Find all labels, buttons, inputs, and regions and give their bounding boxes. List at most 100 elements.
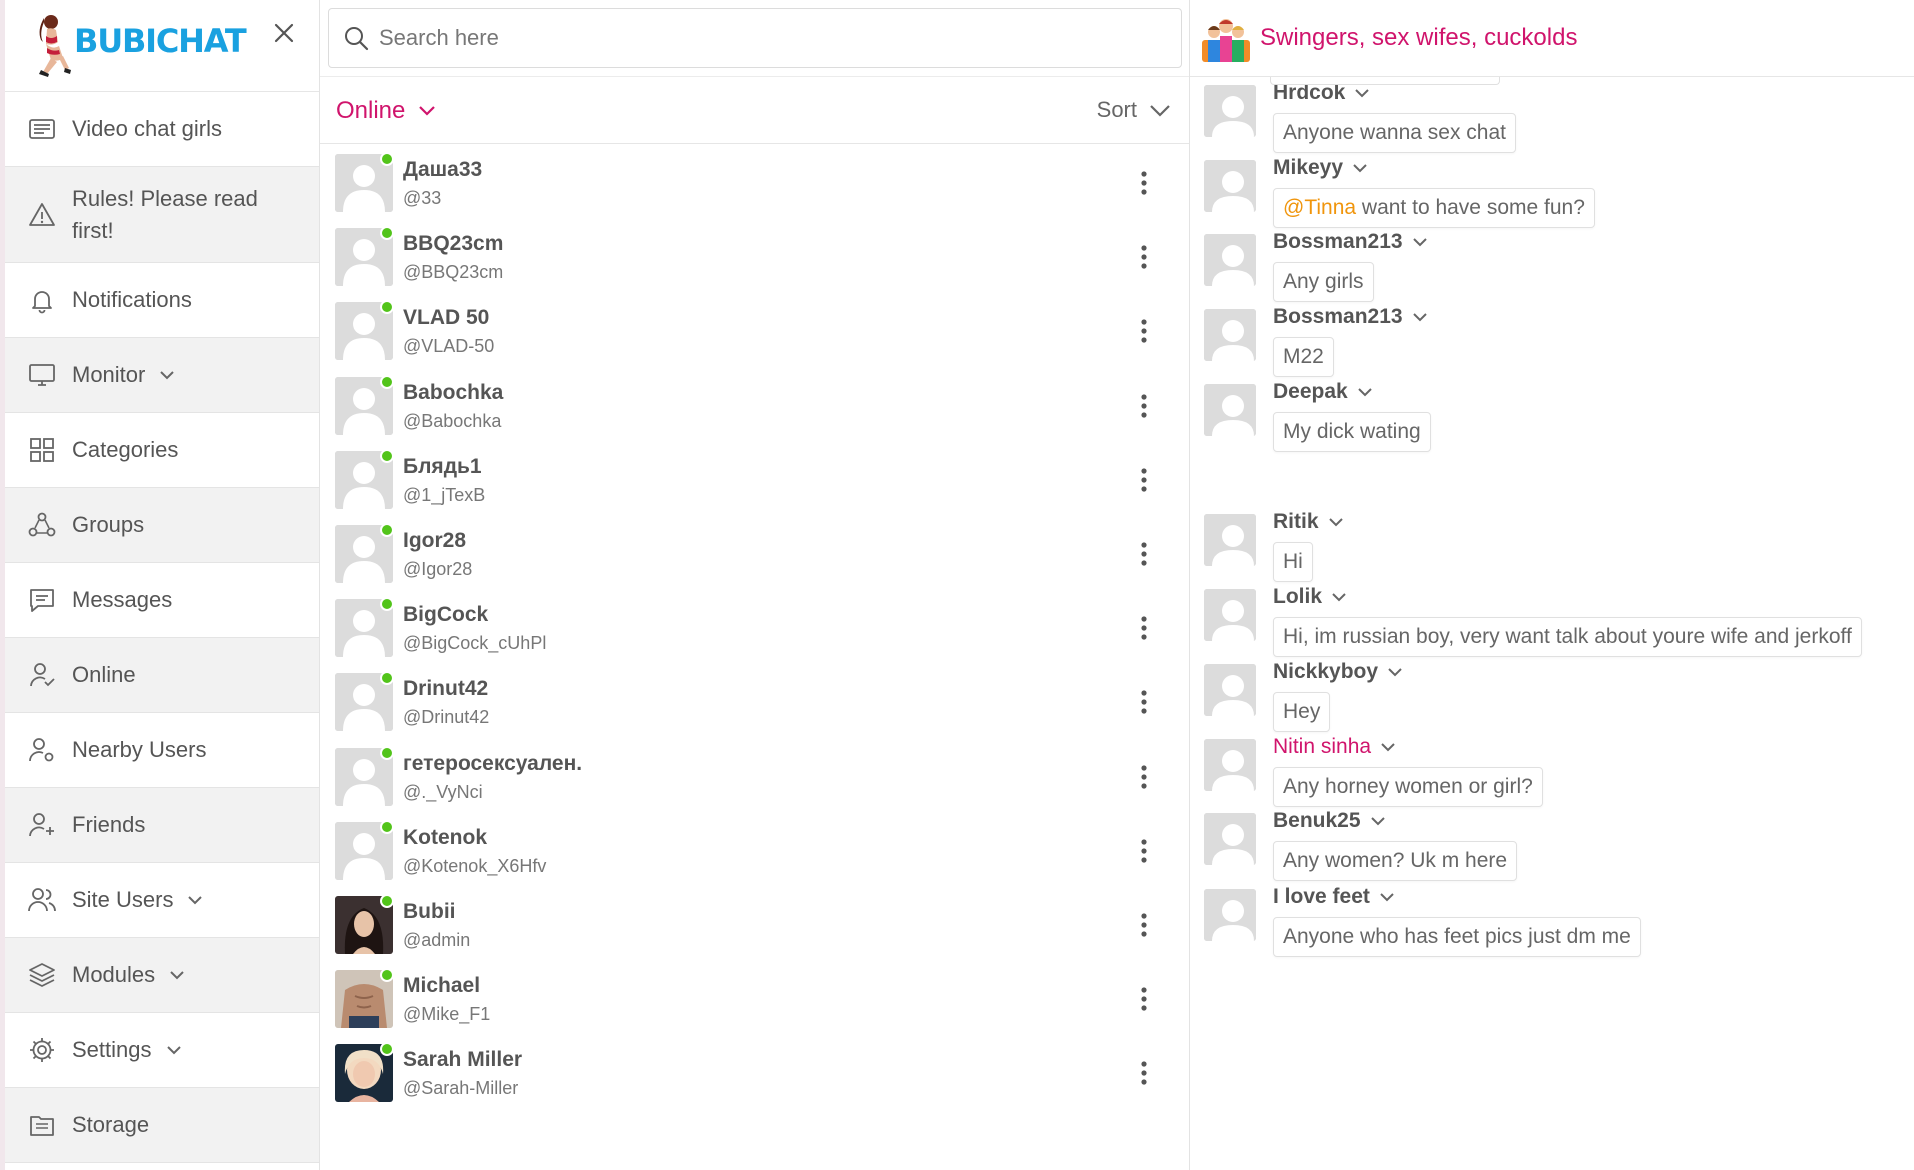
user-name[interactable]: Kotenok (403, 826, 487, 850)
search-box[interactable] (328, 8, 1182, 68)
user-row[interactable]: Drinut42 @Drinut42 (320, 667, 1189, 741)
message-author[interactable]: Benuk25 (1273, 809, 1387, 833)
message-author[interactable]: Bossman213 (1273, 230, 1429, 254)
sidebar-item-video-chat-girls[interactable]: Video chat girls (5, 92, 319, 167)
avatar[interactable] (1204, 234, 1256, 286)
avatar[interactable] (1204, 739, 1256, 791)
sidebar-item-storage[interactable]: Storage (5, 1088, 319, 1163)
sidebar-item-settings[interactable]: Settings (5, 1013, 319, 1088)
user-name[interactable]: VLAD 50 (403, 306, 489, 330)
message-author[interactable]: I love feet (1273, 885, 1396, 909)
chevron-down-icon (1353, 164, 1367, 173)
sidebar-item-categories[interactable]: Categories (5, 413, 319, 488)
sidebar-item-messages[interactable]: Messages (5, 563, 319, 638)
sidebar-item-online[interactable]: Online (5, 638, 319, 713)
user-name[interactable]: BigCock (403, 603, 488, 627)
avatar[interactable] (1204, 309, 1256, 361)
user-name[interactable]: Babochka (403, 381, 503, 405)
user-row[interactable]: Bubii @admin (320, 890, 1189, 964)
message-author[interactable]: Nitin sinha (1273, 735, 1397, 759)
sort-dropdown[interactable]: Sort (1097, 97, 1173, 123)
more-vertical-icon[interactable] (1132, 834, 1156, 868)
message-author[interactable]: Lolik (1273, 585, 1348, 609)
sidebar-item-nearby-users[interactable]: Nearby Users (5, 713, 319, 788)
user-name[interactable]: Блядь1 (403, 455, 482, 479)
message-bubble: Any women? Uk m here (1273, 841, 1518, 881)
more-vertical-icon[interactable] (1132, 463, 1156, 497)
news-icon (29, 119, 55, 139)
more-vertical-icon[interactable] (1132, 314, 1156, 348)
more-vertical-icon[interactable] (1132, 166, 1156, 200)
more-vertical-icon[interactable] (1132, 611, 1156, 645)
user-name[interactable]: Bubii (403, 900, 456, 924)
search-input[interactable] (379, 25, 1139, 51)
more-vertical-icon[interactable] (1132, 685, 1156, 719)
sidebar-item-rules[interactable]: Rules! Please read first! (5, 167, 319, 263)
more-vertical-icon[interactable] (1132, 760, 1156, 794)
message-bubble: @Tinna want to have some fun? (1273, 188, 1595, 228)
user-plus-icon (29, 813, 54, 837)
user-row[interactable]: VLAD 50 @VLAD-50 (320, 296, 1189, 370)
chevron-down-icon (170, 971, 184, 980)
close-icon[interactable] (269, 18, 299, 48)
user-row[interactable]: Блядь1 @1_jTexB (320, 445, 1189, 519)
chevron-down-icon (419, 106, 436, 116)
sidebar-item-notifications[interactable]: Notifications (5, 263, 319, 338)
sidebar-item-site-users[interactable]: Site Users (5, 863, 319, 938)
sidebar-item-label: Settings (72, 1037, 152, 1062)
avatar[interactable] (1204, 384, 1256, 436)
user-handle: @admin (403, 929, 471, 950)
author-name: I love feet (1273, 885, 1370, 908)
message-author[interactable]: Bossman213 (1273, 305, 1429, 329)
sidebar-item-modules[interactable]: Modules (5, 938, 319, 1013)
sidebar-item-friends[interactable]: Friends (5, 788, 319, 863)
mention-link[interactable]: @Tinna (1283, 196, 1356, 219)
message-author[interactable]: Deepak (1273, 380, 1374, 404)
chat-header: Swingers, sex wifes, cuckolds (1190, 0, 1914, 77)
sidebar-item-label: Notifications (72, 287, 192, 312)
sidebar-item-monitor[interactable]: Monitor (5, 338, 319, 413)
user-name[interactable]: Sarah Miller (403, 1048, 522, 1072)
chevron-down-icon (1412, 313, 1427, 322)
chevron-down-icon (1358, 388, 1372, 397)
avatar[interactable] (1204, 589, 1256, 641)
online-filter-dropdown[interactable]: Online (336, 97, 439, 125)
user-row[interactable]: Michael @Mike_F1 (320, 964, 1189, 1038)
user-row[interactable]: BigCock @BigCock_cUhPl (320, 593, 1189, 667)
user-handle: @BigCock_cUhPl (403, 633, 547, 654)
user-row[interactable]: Kotenok @Kotenok_X6Hfv (320, 816, 1189, 890)
user-name[interactable]: гетеросексуален. (403, 752, 582, 776)
sidebar-item-groups[interactable]: Groups (5, 488, 319, 563)
message-author[interactable]: Nickkyboy (1273, 660, 1404, 684)
user-row[interactable]: Babochka @Babochka (320, 371, 1189, 445)
more-vertical-icon[interactable] (1132, 982, 1156, 1016)
avatar[interactable] (1204, 514, 1256, 566)
user-row[interactable]: Igor28 @Igor28 (320, 519, 1189, 593)
layers-icon (29, 963, 55, 987)
user-row[interactable]: BBQ23cm @BBQ23cm (320, 222, 1189, 296)
more-vertical-icon[interactable] (1132, 240, 1156, 274)
message-author[interactable]: Mikeyy (1273, 156, 1369, 180)
more-vertical-icon[interactable] (1132, 389, 1156, 423)
user-row[interactable]: Даша33 @33 (320, 148, 1189, 222)
avatar[interactable] (1204, 813, 1256, 865)
more-vertical-icon[interactable] (1132, 1056, 1156, 1090)
message-author[interactable]: Ritik (1273, 510, 1345, 534)
user-name[interactable]: BBQ23cm (403, 232, 503, 256)
more-vertical-icon[interactable] (1132, 537, 1156, 571)
user-name[interactable]: Drinut42 (403, 677, 488, 701)
user-name[interactable]: Igor28 (403, 529, 466, 553)
avatar[interactable] (1204, 889, 1256, 941)
avatar[interactable] (1204, 160, 1256, 212)
user-name[interactable]: Michael (403, 974, 480, 998)
avatar[interactable] (1204, 85, 1256, 137)
online-status-dot (380, 152, 394, 166)
user-row[interactable]: гетеросексуален. @._VyNci (320, 742, 1189, 816)
user-name[interactable]: Даша33 (403, 158, 482, 182)
user-handle: @BBQ23cm (403, 262, 504, 283)
chevron-down-icon (1412, 238, 1427, 247)
avatar[interactable] (1204, 664, 1256, 716)
chevron-down-icon (1332, 593, 1346, 602)
more-vertical-icon[interactable] (1132, 908, 1156, 942)
user-row[interactable]: Sarah Miller @Sarah-Miller (320, 1038, 1189, 1112)
